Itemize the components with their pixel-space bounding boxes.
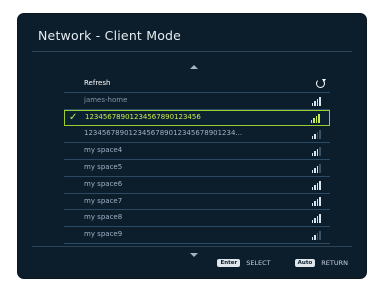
network-name: my space4 xyxy=(84,146,123,155)
signal-strength-icon xyxy=(311,163,321,173)
signal-bar xyxy=(314,201,316,207)
network-item[interactable]: my space4 xyxy=(64,143,330,160)
signal-strength-icon xyxy=(311,230,321,240)
signal-bar xyxy=(311,220,314,224)
footer-hints: Enter SELECT Auto RETURN xyxy=(217,259,348,267)
signal-bar xyxy=(319,197,321,207)
network-item-selected[interactable]: ✓ 12345678901234567890123456 xyxy=(64,109,330,127)
signal-bar xyxy=(319,230,321,240)
network-item[interactable]: james-home xyxy=(64,93,330,110)
signal-bar xyxy=(319,96,321,106)
scroll-up-arrow-icon[interactable] xyxy=(190,65,198,69)
signal-bar xyxy=(319,214,321,224)
signal-strength-icon xyxy=(310,114,320,124)
auto-key-icon: Auto xyxy=(294,259,316,267)
footer-divider xyxy=(32,246,352,247)
network-client-mode-screen: Network - Client Mode Refresh james-home… xyxy=(18,14,366,278)
enter-key-icon: Enter xyxy=(217,259,241,267)
signal-bar xyxy=(314,184,316,190)
network-name: 12345678901234567890123456 xyxy=(85,112,201,121)
signal-bar xyxy=(311,236,314,240)
network-name: my space7 xyxy=(84,196,123,205)
return-hint-label: RETURN xyxy=(321,259,348,267)
signal-bar xyxy=(319,146,321,156)
signal-bar xyxy=(311,169,314,173)
signal-bar xyxy=(319,163,321,173)
signal-bar xyxy=(311,186,314,190)
signal-bar xyxy=(311,136,314,140)
signal-bar xyxy=(311,203,314,207)
signal-bar xyxy=(314,218,316,224)
network-item[interactable]: 1234567890123456789012345678901234... xyxy=(64,126,330,144)
scroll-down-arrow-icon[interactable] xyxy=(190,253,198,257)
signal-bar xyxy=(315,116,318,124)
signal-bar xyxy=(311,152,314,156)
signal-strength-icon xyxy=(311,96,321,106)
signal-strength-icon xyxy=(311,180,321,190)
signal-bar xyxy=(311,102,314,106)
signal-bar xyxy=(318,114,320,124)
network-name: my space8 xyxy=(84,213,123,222)
signal-bar xyxy=(316,165,319,173)
network-name: my space6 xyxy=(84,179,123,188)
signal-bar xyxy=(319,130,321,140)
signal-bar xyxy=(313,118,315,124)
signal-bar xyxy=(314,150,316,156)
signal-strength-icon xyxy=(311,197,321,207)
network-name: 1234567890123456789012345678901234... xyxy=(84,129,243,138)
signal-bar xyxy=(310,120,313,124)
signal-bar xyxy=(316,132,319,140)
signal-strength-icon xyxy=(311,130,321,140)
signal-bar xyxy=(314,100,316,106)
refresh-row[interactable]: Refresh xyxy=(64,76,330,93)
checkmark-icon: ✓ xyxy=(69,111,78,123)
network-item[interactable]: my space8 xyxy=(64,210,330,228)
signal-bar xyxy=(316,216,319,224)
network-item[interactable]: my space9 xyxy=(64,227,330,244)
network-list: Refresh james-home ✓ 1234567890123456789… xyxy=(64,76,330,244)
signal-strength-icon xyxy=(311,146,321,156)
signal-bar xyxy=(316,232,319,240)
refresh-label: Refresh xyxy=(84,79,111,87)
signal-bar xyxy=(319,180,321,190)
network-name: my space5 xyxy=(84,162,123,171)
signal-bar xyxy=(314,234,316,240)
signal-strength-icon xyxy=(311,214,321,224)
signal-bar xyxy=(316,148,319,156)
network-name: my space9 xyxy=(84,230,123,239)
title-divider xyxy=(32,51,352,52)
signal-bar xyxy=(316,199,319,207)
network-name: james-home xyxy=(84,95,128,104)
network-item[interactable]: my space5 xyxy=(64,160,330,177)
refresh-icon xyxy=(316,79,326,88)
signal-bar xyxy=(314,167,316,173)
signal-bar xyxy=(316,98,319,106)
signal-bar xyxy=(314,134,316,140)
select-hint-label: SELECT xyxy=(246,259,271,267)
signal-bar xyxy=(316,182,319,190)
network-item[interactable]: my space6 xyxy=(64,177,330,194)
page-title: Network - Client Mode xyxy=(38,28,182,43)
network-item[interactable]: my space7 xyxy=(64,194,330,211)
